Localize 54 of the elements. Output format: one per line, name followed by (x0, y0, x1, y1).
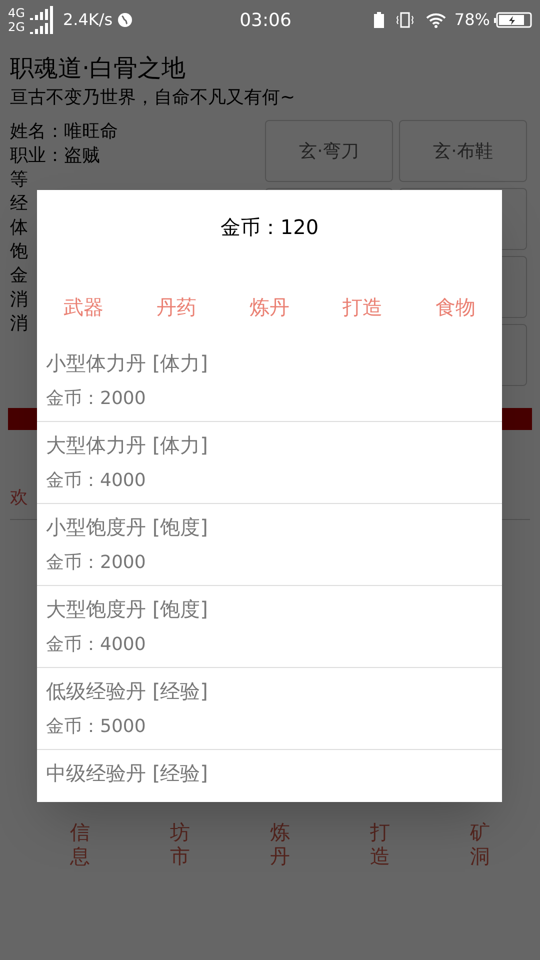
wifi-icon (426, 12, 446, 28)
shop-item[interactable]: 大型饱度丹 [饱度] 金币：4000 (37, 586, 502, 668)
item-price: 金币：2000 (46, 551, 147, 575)
battery-saver-icon (374, 12, 384, 28)
vibrate-icon (396, 12, 414, 28)
item-name: 小型体力丹 [体力] (46, 350, 209, 377)
signal-icon (28, 20, 55, 34)
item-name: 中级经验丹 [经验] (46, 760, 209, 787)
item-name: 小型饱度丹 [饱度] (46, 514, 209, 541)
item-name: 低级经验丹 [经验] (46, 678, 209, 705)
category-tab[interactable]: 食物 (436, 292, 476, 322)
info-line: 金 (10, 264, 28, 288)
nav-button[interactable]: 信息 (70, 820, 90, 868)
coin-balance: 金币：120 (219, 214, 320, 241)
info-line: 职业：盗贼 (10, 144, 100, 168)
category-tab[interactable]: 武器 (64, 292, 104, 322)
welcome-text: 欢 (10, 487, 28, 508)
info-line: 经 (10, 192, 28, 216)
info-line: 等 (10, 168, 28, 192)
page-subtitle: 亘古不变乃世界，自命不凡又有何~ (10, 86, 296, 110)
clock: 03:06 (238, 8, 292, 32)
item-price: 金币：4000 (46, 633, 147, 657)
nav-button[interactable]: 炼丹 (270, 820, 290, 868)
shop-item[interactable]: 大型体力丹 [体力] 金币：4000 (37, 422, 502, 504)
network-label: 4G (8, 7, 25, 19)
info-line: 消 (10, 312, 28, 336)
item-name: 大型饱度丹 [饱度] (46, 596, 209, 623)
shop-item[interactable]: 小型体力丹 [体力] 金币：2000 (37, 340, 502, 422)
info-line: 体 (10, 216, 28, 240)
page-title: 职魂道·白骨之地 (10, 53, 187, 84)
item-price: 金币：5000 (46, 715, 147, 739)
signal-icon (28, 6, 55, 20)
network-label: 2G (8, 21, 25, 33)
nav-button[interactable]: 坊市 (170, 820, 190, 868)
nav-button[interactable]: 矿洞 (470, 820, 490, 868)
category-tab[interactable]: 丹药 (156, 292, 196, 322)
nav-button[interactable]: 打造 (370, 820, 390, 868)
battery-percent: 78% (454, 9, 490, 31)
globe-icon (116, 12, 133, 28)
category-tab[interactable]: 炼丹 (250, 292, 290, 322)
equipment-button[interactable]: 玄·弯刀 (265, 120, 393, 182)
info-line: 消 (10, 288, 28, 312)
shop-item[interactable]: 中级经验丹 [经验] (37, 750, 502, 802)
category-tab[interactable]: 打造 (342, 292, 382, 322)
item-price: 金币：4000 (46, 469, 147, 493)
item-price: 金币：2000 (46, 387, 147, 411)
shop-item[interactable]: 小型饱度丹 [饱度] 金币：2000 (37, 504, 502, 586)
info-line: 饱 (10, 240, 28, 264)
item-name: 大型体力丹 [体力] (46, 432, 209, 459)
equipment-button[interactable]: 玄·布鞋 (399, 120, 527, 182)
shop-item[interactable]: 低级经验丹 [经验] 金币：5000 (37, 668, 502, 750)
battery-icon (494, 12, 532, 28)
network-speed: 2.4K/s (62, 9, 113, 31)
info-line: 姓名：唯旺命 (10, 120, 118, 144)
